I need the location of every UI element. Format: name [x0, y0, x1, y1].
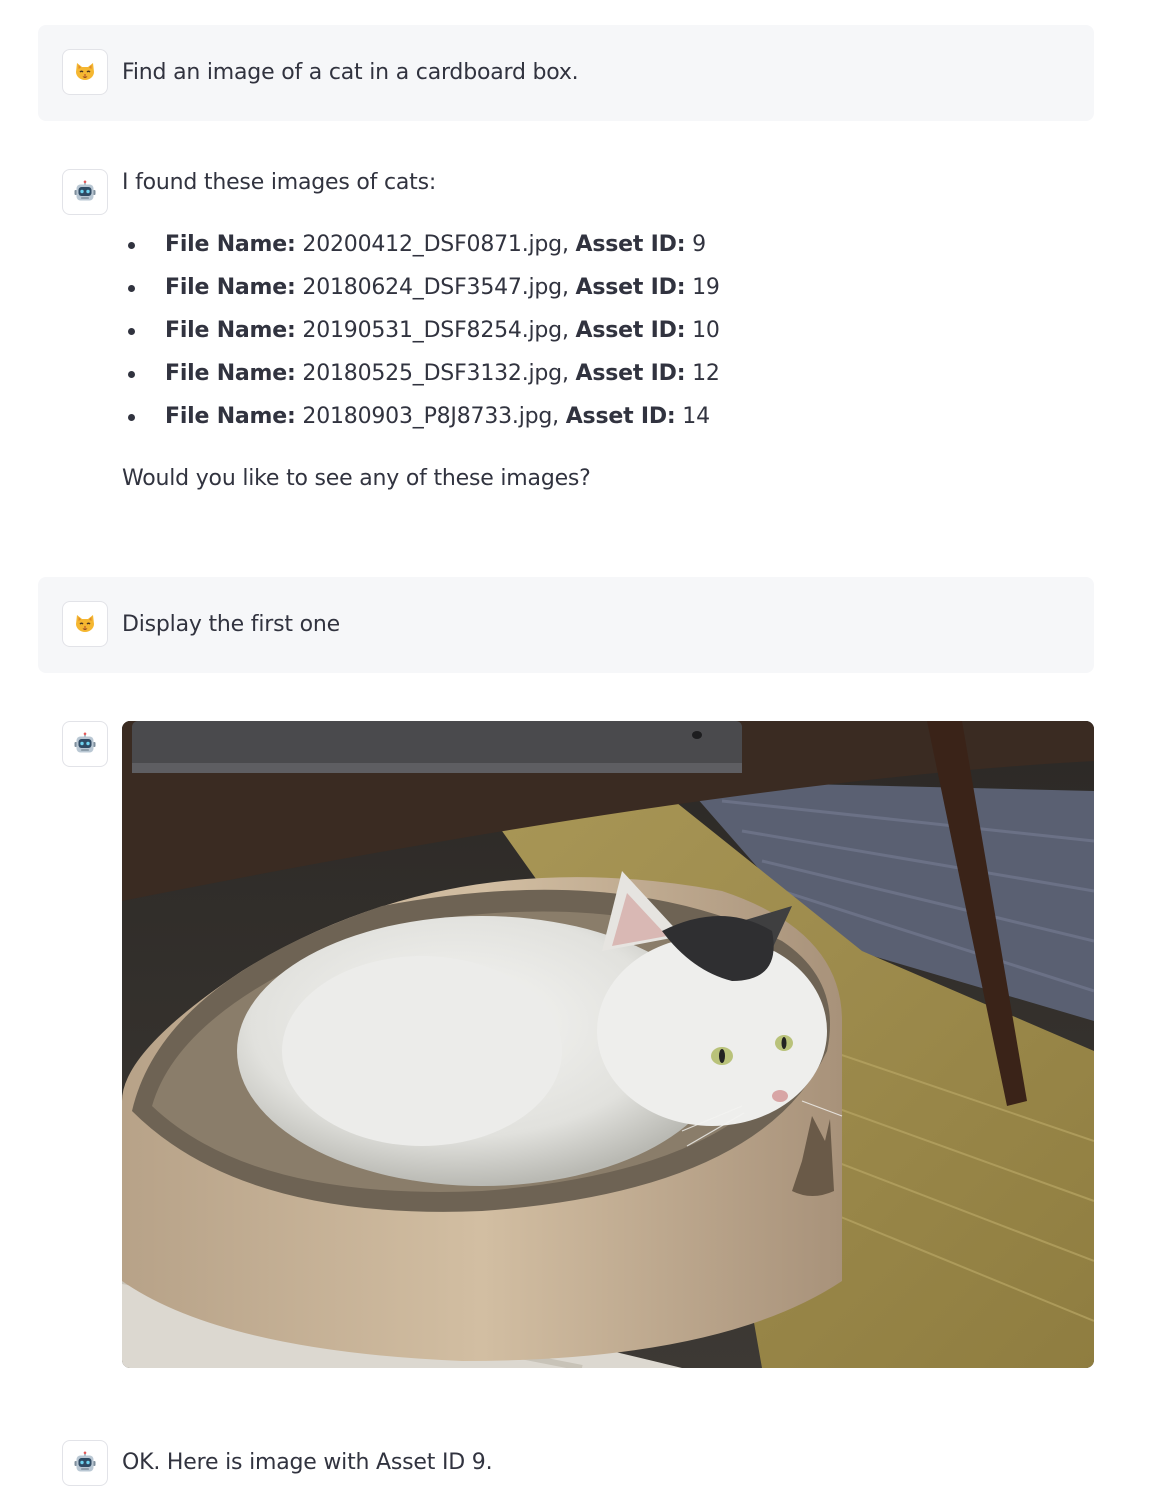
- file-name-label: File Name:: [165, 275, 296, 300]
- user-message: Display the first one: [38, 577, 1094, 673]
- user-message-text: Find an image of a cat in a cardboard bo…: [122, 60, 579, 85]
- bullet: [128, 285, 135, 292]
- list-item: File Name: 20200412_DSF0871.jpg, Asset I…: [122, 230, 1094, 260]
- user-avatar: [62, 601, 108, 647]
- file-name-value: 20190531_DSF8254.jpg,: [302, 318, 569, 343]
- file-name-label: File Name:: [165, 318, 296, 343]
- asset-id-label: Asset ID:: [575, 275, 686, 300]
- file-name-value: 20180525_DSF3132.jpg,: [302, 361, 569, 386]
- bullet: [128, 242, 135, 249]
- cat-face-icon: [73, 612, 97, 636]
- list-item: File Name: 20180903_P8J8733.jpg, Asset I…: [122, 402, 1094, 432]
- list-item: File Name: 20190531_DSF8254.jpg, Asset I…: [122, 316, 1094, 346]
- file-name-label: File Name:: [165, 232, 296, 257]
- assistant-intro-text: I found these images of cats:: [122, 170, 437, 195]
- bullet: [128, 328, 135, 335]
- asset-id-label: Asset ID:: [575, 232, 686, 257]
- bullet: [128, 414, 135, 421]
- assistant-message: I found these images of cats: File Name:…: [38, 145, 1094, 549]
- cat-face-icon: [73, 60, 97, 84]
- robot-face-icon: [73, 1451, 97, 1475]
- assistant-avatar: [62, 1440, 108, 1486]
- list-item: File Name: 20180624_DSF3547.jpg, Asset I…: [122, 273, 1094, 303]
- asset-id-label: Asset ID:: [575, 318, 686, 343]
- asset-id-value: 9: [692, 232, 706, 257]
- assistant-avatar: [62, 721, 108, 767]
- asset-id-value: 19: [692, 275, 720, 300]
- robot-face-icon: [73, 180, 97, 204]
- file-name-value: 20200412_DSF0871.jpg,: [302, 232, 569, 257]
- asset-id-value: 14: [682, 404, 710, 429]
- assistant-message: OK. Here is image with Asset ID 9.: [38, 1440, 1094, 1500]
- chat-history: Find an image of a cat in a cardboard bo…: [38, 25, 1094, 1500]
- cat-photo: [122, 721, 1094, 1368]
- file-list: File Name: 20200412_DSF0871.jpg, Asset I…: [122, 230, 1094, 432]
- asset-id-value: 10: [692, 318, 720, 343]
- file-name-value: 20180624_DSF3547.jpg,: [302, 275, 569, 300]
- user-avatar: [62, 49, 108, 95]
- assistant-avatar: [62, 169, 108, 215]
- asset-id-label: Asset ID:: [565, 404, 676, 429]
- user-message-text: Display the first one: [122, 612, 340, 637]
- asset-id-label: Asset ID:: [575, 361, 686, 386]
- file-name-label: File Name:: [165, 404, 296, 429]
- assistant-message: [38, 721, 1094, 1368]
- file-name-value: 20180903_P8J8733.jpg,: [302, 404, 559, 429]
- assistant-question-text: Would you like to see any of these image…: [122, 466, 591, 491]
- robot-face-icon: [73, 732, 97, 756]
- list-item: File Name: 20180525_DSF3132.jpg, Asset I…: [122, 359, 1094, 389]
- assistant-message-text: OK. Here is image with Asset ID 9.: [122, 1450, 493, 1475]
- asset-id-value: 12: [692, 361, 720, 386]
- bullet: [128, 371, 135, 378]
- user-message: Find an image of a cat in a cardboard bo…: [38, 25, 1094, 121]
- file-name-label: File Name:: [165, 361, 296, 386]
